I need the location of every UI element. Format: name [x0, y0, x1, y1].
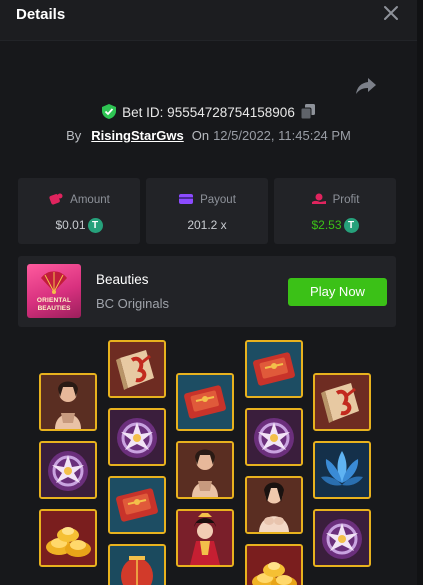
- usdt-coin-icon: [343, 218, 359, 233]
- on-label: On: [191, 128, 210, 143]
- slot-symbol-lady-white: [245, 476, 303, 534]
- usdt-coin-icon: [87, 218, 103, 233]
- slot-symbol-red-book: [108, 340, 166, 398]
- dice-icon: [48, 193, 64, 205]
- copy-icon[interactable]: [300, 104, 315, 120]
- amount-value: $0.01: [55, 218, 86, 232]
- close-icon[interactable]: [382, 4, 400, 22]
- payout-value: 201.2 x: [187, 218, 227, 232]
- thumbnail-text-oriental: ORIENTAL: [36, 297, 72, 304]
- scroll-gutter: [417, 0, 423, 585]
- slot-symbol-purple-flower: [108, 408, 166, 466]
- slot-symbol-red-scroll: [176, 373, 234, 431]
- slot-symbol-red-book: [313, 373, 371, 431]
- payout-label: Payout: [200, 194, 236, 206]
- slot-reels: [0, 330, 417, 585]
- bet-author-row: By RisingStarGws On 12/5/2022, 11:45:24 PM: [0, 128, 417, 143]
- slot-symbol-gold-ingots: [39, 509, 97, 567]
- slot-symbol-red-scroll: [108, 476, 166, 534]
- share-icon[interactable]: [355, 76, 377, 96]
- shield-check-icon: [102, 104, 117, 119]
- profit-value: $2.53: [311, 218, 342, 232]
- amount-card: Amount $0.01: [18, 178, 140, 244]
- slot-symbol-gold-ingots: [245, 544, 303, 585]
- slot-symbol-lady: [176, 441, 234, 499]
- slot-symbol-blue-lotus: [313, 441, 371, 499]
- slot-symbol-purple-flower: [313, 509, 371, 567]
- by-label: By: [66, 128, 82, 143]
- bet-id: Bet ID: 95554728754158906: [122, 105, 295, 120]
- slot-symbol-lantern: [108, 544, 166, 585]
- bet-datetime: 12/5/2022, 11:45:24 PM: [213, 128, 351, 143]
- details-title: Details: [16, 6, 66, 23]
- play-now-button[interactable]: Play Now: [288, 278, 387, 306]
- game-name: Beauties: [96, 272, 149, 287]
- username-link[interactable]: RisingStarGws: [91, 128, 183, 143]
- money-hand-icon: [311, 193, 327, 205]
- slot-symbol-purple-flower: [39, 441, 97, 499]
- slot-symbol-purple-flower: [245, 408, 303, 466]
- game-thumbnail[interactable]: ORIENTAL BEAUTIES: [27, 264, 81, 318]
- slot-symbol-red-scroll: [245, 340, 303, 398]
- profit-card: Profit $2.53: [274, 178, 396, 244]
- thumbnail-text-beauties: BEAUTIES: [37, 305, 71, 312]
- slot-symbol-lady: [39, 373, 97, 431]
- bet-id-row: Bet ID: 95554728754158906: [0, 104, 417, 124]
- game-provider: BC Originals: [96, 296, 169, 311]
- game-card: ORIENTAL BEAUTIES Beauties BC Originals …: [18, 256, 396, 327]
- details-header: Details: [0, 0, 417, 41]
- profit-label: Profit: [332, 194, 360, 206]
- slot-symbol-red-princess: [176, 509, 234, 567]
- amount-label: Amount: [70, 194, 110, 206]
- payout-card: Payout 201.2 x: [146, 178, 268, 244]
- wallet-icon: [178, 193, 194, 205]
